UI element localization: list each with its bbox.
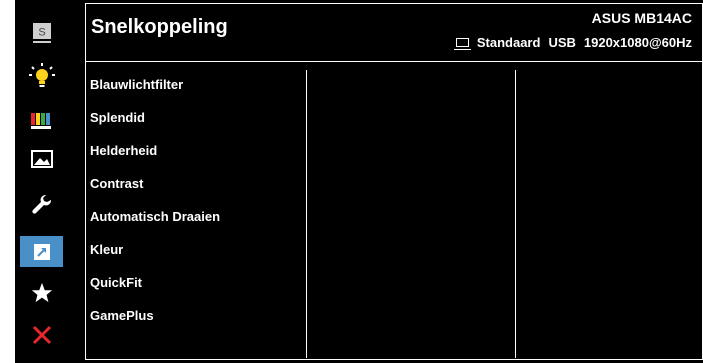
- sidebar-item-home[interactable]: S: [20, 17, 63, 48]
- column-divider: [515, 70, 516, 358]
- sidebar-item-exit[interactable]: [20, 319, 63, 350]
- status-mode: Standaard: [476, 35, 541, 50]
- s-logo-icon: S: [32, 22, 51, 43]
- sidebar-item-shortcut[interactable]: [20, 236, 63, 267]
- monitor-icon: [453, 38, 471, 50]
- color-bars-icon: [30, 112, 51, 129]
- model-name: ASUS MB14AC: [591, 10, 692, 26]
- sidebar: S: [15, 0, 85, 363]
- menu-item-contrast[interactable]: Contrast: [90, 176, 143, 191]
- status-input: USB: [548, 35, 576, 50]
- svg-text:S: S: [38, 26, 45, 38]
- menu-item-auto-rotate[interactable]: Automatisch Draaien: [90, 209, 220, 224]
- menu-item-splendid[interactable]: Splendid: [90, 110, 145, 125]
- wrench-icon: [31, 194, 51, 214]
- image-icon: [30, 149, 53, 168]
- osd-panel: S Snelkoppeling ASUS MB14AC Standaard US…: [15, 0, 703, 363]
- column-divider: [306, 70, 307, 358]
- sidebar-item-settings[interactable]: [20, 190, 63, 221]
- close-icon: [32, 325, 51, 344]
- status-bar: Standaard USB 1920x1080@60Hz: [453, 35, 692, 50]
- shortcut-arrow-icon: [33, 243, 50, 260]
- menu-item-gameplus[interactable]: GamePlus: [90, 308, 154, 323]
- menu-item-bluelight[interactable]: Blauwlichtfilter: [90, 77, 183, 92]
- bulb-icon: [28, 62, 55, 87]
- header-divider: [86, 61, 702, 62]
- menu-item-color[interactable]: Kleur: [90, 242, 123, 257]
- star-icon: [31, 282, 52, 302]
- sidebar-item-favorites[interactable]: [20, 277, 63, 308]
- sidebar-item-splendid[interactable]: [20, 104, 63, 135]
- menu-item-brightness[interactable]: Helderheid: [90, 143, 157, 158]
- status-resolution: 1920x1080@60Hz: [583, 35, 692, 50]
- menu-item-quickfit[interactable]: QuickFit: [90, 275, 142, 290]
- sidebar-item-bluelight[interactable]: [20, 60, 63, 91]
- sidebar-item-image[interactable]: [20, 143, 63, 174]
- main-panel: Snelkoppeling ASUS MB14AC Standaard USB …: [85, 3, 703, 360]
- page-title: Snelkoppeling: [91, 16, 228, 38]
